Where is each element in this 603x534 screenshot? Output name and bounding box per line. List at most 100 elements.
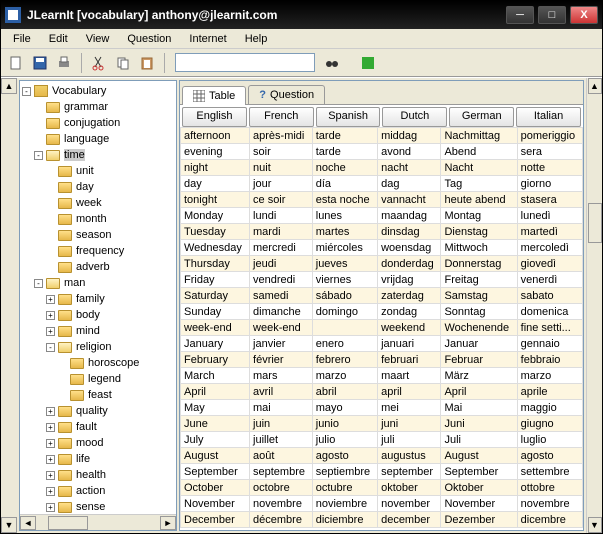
tree-item-unit[interactable]: unit: [22, 163, 174, 179]
table-cell[interactable]: februari: [378, 352, 441, 368]
table-cell[interactable]: venerdì: [517, 272, 582, 288]
lang-header-dutch[interactable]: Dutch: [382, 107, 447, 127]
table-cell[interactable]: martes: [312, 224, 377, 240]
table-cell[interactable]: August: [441, 448, 517, 464]
table-cell[interactable]: Montag: [441, 208, 517, 224]
table-cell[interactable]: January: [181, 336, 250, 352]
table-cell[interactable]: november: [378, 496, 441, 512]
table-cell[interactable]: weekend: [378, 320, 441, 336]
table-cell[interactable]: september: [378, 464, 441, 480]
cut-button[interactable]: [88, 52, 110, 74]
table-cell[interactable]: mars: [250, 368, 313, 384]
table-cell[interactable]: enero: [312, 336, 377, 352]
tree-toggle[interactable]: -: [46, 343, 55, 352]
table-cell[interactable]: Samstag: [441, 288, 517, 304]
tree-item-sense[interactable]: +sense: [22, 499, 174, 514]
table-cell[interactable]: ce soir: [250, 192, 313, 208]
table-cell[interactable]: mai: [250, 400, 313, 416]
table-cell[interactable]: vrijdag: [378, 272, 441, 288]
menu-view[interactable]: View: [78, 31, 118, 47]
table-cell[interactable]: August: [181, 448, 250, 464]
tree[interactable]: -Vocabularygrammarconjugationlanguage-ti…: [20, 81, 176, 514]
table-cell[interactable]: fine setti...: [517, 320, 582, 336]
table-cell[interactable]: vendredi: [250, 272, 313, 288]
table-cell[interactable]: Sonntag: [441, 304, 517, 320]
table-cell[interactable]: août: [250, 448, 313, 464]
table-cell[interactable]: soir: [250, 144, 313, 160]
tree-item-mood[interactable]: +mood: [22, 435, 174, 451]
table-cell[interactable]: September: [441, 464, 517, 480]
table-cell[interactable]: domenica: [517, 304, 582, 320]
table-cell[interactable]: Tag: [441, 176, 517, 192]
tree-item-horoscope[interactable]: horoscope: [22, 355, 174, 371]
table-cell[interactable]: giorno: [517, 176, 582, 192]
table-cell[interactable]: May: [181, 400, 250, 416]
table-cell[interactable]: giugno: [517, 416, 582, 432]
table-cell[interactable]: ottobre: [517, 480, 582, 496]
table-cell[interactable]: juni: [378, 416, 441, 432]
left-scrollbar[interactable]: ▲ ▼: [1, 78, 17, 533]
paste-button[interactable]: [136, 52, 158, 74]
table-cell[interactable]: Abend: [441, 144, 517, 160]
tree-toggle[interactable]: +: [46, 295, 55, 304]
table-cell[interactable]: donderdag: [378, 256, 441, 272]
tree-item-week[interactable]: week: [22, 195, 174, 211]
table-cell[interactable]: stasera: [517, 192, 582, 208]
menu-edit[interactable]: Edit: [41, 31, 76, 47]
table-cell[interactable]: marzo: [517, 368, 582, 384]
table-cell[interactable]: augustus: [378, 448, 441, 464]
lang-header-italian[interactable]: Italian: [516, 107, 581, 127]
table-cell[interactable]: Sunday: [181, 304, 250, 320]
table-cell[interactable]: woensdag: [378, 240, 441, 256]
menu-file[interactable]: File: [5, 31, 39, 47]
table-cell[interactable]: maggio: [517, 400, 582, 416]
table-cell[interactable]: décembre: [250, 512, 313, 528]
tree-item-mind[interactable]: +mind: [22, 323, 174, 339]
table-cell[interactable]: mercoledì: [517, 240, 582, 256]
table-row[interactable]: JulyjuilletjuliojuliJuliluglio: [181, 432, 583, 448]
tree-toggle[interactable]: -: [34, 279, 43, 288]
table-row[interactable]: OctoberoctobreoctubreoktoberOktoberottob…: [181, 480, 583, 496]
table-cell[interactable]: día: [312, 176, 377, 192]
table-cell[interactable]: lunes: [312, 208, 377, 224]
tree-item-season[interactable]: season: [22, 227, 174, 243]
table-cell[interactable]: April: [441, 384, 517, 400]
tree-toggle[interactable]: +: [46, 487, 55, 496]
table-cell[interactable]: mardi: [250, 224, 313, 240]
table-cell[interactable]: middag: [378, 128, 441, 144]
table-row[interactable]: ThursdayjeudijuevesdonderdagDonnerstaggi…: [181, 256, 583, 272]
tree-toggle[interactable]: +: [46, 471, 55, 480]
new-button[interactable]: [5, 52, 27, 74]
table-cell[interactable]: week-end: [250, 320, 313, 336]
table-cell[interactable]: septembre: [250, 464, 313, 480]
table-cell[interactable]: gennaio: [517, 336, 582, 352]
tree-item-legend[interactable]: legend: [22, 371, 174, 387]
tree-hscrollbar[interactable]: ◄ ►: [20, 514, 176, 530]
table-row[interactable]: NovembernovembrenoviembrenovemberNovembe…: [181, 496, 583, 512]
table-cell[interactable]: February: [181, 352, 250, 368]
tree-toggle[interactable]: +: [46, 439, 55, 448]
table-row[interactable]: MaymaimayomeiMaimaggio: [181, 400, 583, 416]
table-row[interactable]: eveningsoirtardeavondAbendsera: [181, 144, 583, 160]
table-cell[interactable]: aprile: [517, 384, 582, 400]
table-cell[interactable]: dimanche: [250, 304, 313, 320]
tree-toggle[interactable]: -: [34, 151, 43, 160]
table-cell[interactable]: tonight: [181, 192, 250, 208]
table-cell[interactable]: [312, 320, 377, 336]
table-cell[interactable]: juillet: [250, 432, 313, 448]
table-cell[interactable]: agosto: [517, 448, 582, 464]
table-cell[interactable]: février: [250, 352, 313, 368]
tree-item-body[interactable]: +body: [22, 307, 174, 323]
table-cell[interactable]: Juni: [441, 416, 517, 432]
table-cell[interactable]: settembre: [517, 464, 582, 480]
table-cell[interactable]: julio: [312, 432, 377, 448]
binoculars-icon[interactable]: [321, 52, 343, 74]
table-cell[interactable]: November: [441, 496, 517, 512]
table-cell[interactable]: Wochenende: [441, 320, 517, 336]
table-row[interactable]: afternoonaprès-miditardemiddagNachmittag…: [181, 128, 583, 144]
table-cell[interactable]: dinsdag: [378, 224, 441, 240]
table-row[interactable]: AprilavrilabrilaprilAprilaprile: [181, 384, 583, 400]
table-row[interactable]: tonightce soiresta nochevannachtheute ab…: [181, 192, 583, 208]
table-cell[interactable]: marzo: [312, 368, 377, 384]
menu-internet[interactable]: Internet: [181, 31, 234, 47]
